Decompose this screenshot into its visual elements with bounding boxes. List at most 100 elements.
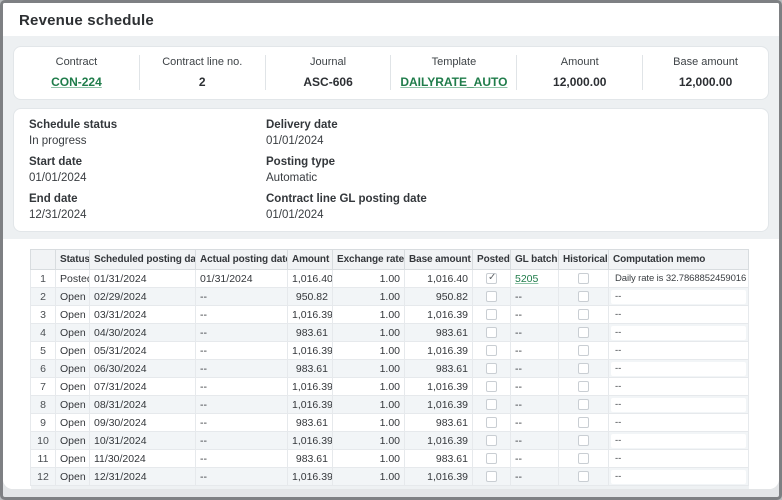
- computation-memo-field[interactable]: --: [611, 362, 746, 376]
- exchange-rate-cell: 1.00: [333, 360, 405, 378]
- gl-batch-link[interactable]: 5205: [515, 273, 538, 285]
- posted-checkbox[interactable]: [486, 417, 497, 428]
- historical-checkbox[interactable]: [578, 327, 589, 338]
- column-header: Scheduled posting date: [90, 250, 196, 270]
- historical-checkbox[interactable]: [578, 363, 589, 374]
- historical-checkbox[interactable]: [578, 399, 589, 410]
- computation-memo-cell: --: [609, 396, 749, 414]
- contract-line-no-label: Contract line no.: [144, 56, 261, 69]
- column-header: Status: [56, 250, 90, 270]
- historical-checkbox[interactable]: [578, 381, 589, 392]
- base-amount-value: 12,000.00: [647, 75, 764, 89]
- scheduled-posting-date-cell: 01/31/2024: [90, 270, 196, 288]
- table-row: 3Open03/31/2024--1,016.391.001,016.39---…: [31, 306, 749, 324]
- status-cell: Open: [56, 396, 90, 414]
- computation-memo-field[interactable]: --: [611, 380, 746, 394]
- exchange-rate-cell: 1.00: [333, 288, 405, 306]
- computation-memo-cell: --: [609, 378, 749, 396]
- amount-cell: 983.61: [288, 360, 333, 378]
- exchange-rate-cell: 1.00: [333, 342, 405, 360]
- column-header: Posted: [473, 250, 511, 270]
- scheduled-posting-date-cell: 06/30/2024: [90, 360, 196, 378]
- computation-memo-field[interactable]: Daily rate is 32.78688524590163.: [611, 272, 746, 286]
- historical-cell: [559, 468, 609, 486]
- column-header: Amount: [288, 250, 333, 270]
- exchange-rate-cell: 1.00: [333, 324, 405, 342]
- amount-cell: 950.82: [288, 288, 333, 306]
- summary-bar: Contract CON-224 Contract line no. 2 Jou…: [13, 46, 769, 100]
- amount-label: Amount: [521, 56, 638, 69]
- posted-checkbox[interactable]: [486, 291, 497, 302]
- total-base-amount: 12,000.00: [405, 486, 473, 490]
- amount-cell: 1,016.39: [288, 378, 333, 396]
- historical-checkbox[interactable]: [578, 345, 589, 356]
- computation-memo-field[interactable]: --: [611, 470, 746, 484]
- base-amount-cell: 950.82: [405, 288, 473, 306]
- amount-value: 12,000.00: [521, 75, 638, 89]
- posted-checkbox[interactable]: [486, 309, 497, 320]
- posted-cell: [473, 288, 511, 306]
- revenue-schedule-window: Revenue schedule Contract CON-224 Contra…: [3, 3, 779, 489]
- table-row: 1Posted01/31/202401/31/20241,016.401.001…: [31, 270, 749, 288]
- computation-memo-field[interactable]: --: [611, 290, 746, 304]
- historical-checkbox[interactable]: [578, 471, 589, 482]
- status-cell: Open: [56, 360, 90, 378]
- computation-memo-field[interactable]: --: [611, 452, 746, 466]
- posted-cell: [473, 360, 511, 378]
- historical-checkbox[interactable]: [578, 309, 589, 320]
- posted-cell: [473, 324, 511, 342]
- total-spacer: [559, 486, 609, 490]
- journal-label: Journal: [270, 56, 387, 69]
- posted-checkbox[interactable]: [486, 273, 497, 284]
- historical-cell: [559, 342, 609, 360]
- posted-checkbox[interactable]: [486, 327, 497, 338]
- computation-memo-field[interactable]: --: [611, 398, 746, 412]
- total-spacer: [333, 486, 405, 490]
- computation-memo-field[interactable]: --: [611, 344, 746, 358]
- computation-memo-cell: --: [609, 414, 749, 432]
- posted-checkbox[interactable]: [486, 435, 497, 446]
- posted-checkbox[interactable]: [486, 471, 497, 482]
- posted-checkbox[interactable]: [486, 399, 497, 410]
- row-number: 3: [31, 306, 56, 324]
- total-spacer: [511, 486, 559, 490]
- schedule-details-panel: Schedule status In progress Start date 0…: [13, 108, 769, 232]
- computation-memo-field[interactable]: --: [611, 308, 746, 322]
- computation-memo-field[interactable]: --: [611, 434, 746, 448]
- amount-cell: 983.61: [288, 414, 333, 432]
- posted-checkbox[interactable]: [486, 381, 497, 392]
- details-left-column: Schedule status In progress Start date 0…: [29, 118, 266, 229]
- historical-checkbox[interactable]: [578, 435, 589, 446]
- gl-batch-cell: 5205: [511, 270, 559, 288]
- exchange-rate-cell: 1.00: [333, 432, 405, 450]
- historical-checkbox[interactable]: [578, 453, 589, 464]
- exchange-rate-cell: 1.00: [333, 414, 405, 432]
- scheduled-posting-date-cell: 03/31/2024: [90, 306, 196, 324]
- historical-cell: [559, 432, 609, 450]
- posted-checkbox[interactable]: [486, 345, 497, 356]
- gl-batch-cell: --: [511, 468, 559, 486]
- amount-cell: 1,016.39: [288, 468, 333, 486]
- posted-checkbox[interactable]: [486, 363, 497, 374]
- actual-posting-date-cell: --: [196, 378, 288, 396]
- posted-checkbox[interactable]: [486, 453, 497, 464]
- historical-cell: [559, 450, 609, 468]
- template-link[interactable]: DAILYRATE_AUTO: [400, 75, 507, 89]
- contract-link[interactable]: CON-224: [51, 75, 102, 89]
- computation-memo-field[interactable]: --: [611, 326, 746, 340]
- historical-checkbox[interactable]: [578, 417, 589, 428]
- historical-checkbox[interactable]: [578, 291, 589, 302]
- computation-memo-field[interactable]: --: [611, 416, 746, 430]
- table-row: 10Open10/31/2024--1,016.391.001,016.39--…: [31, 432, 749, 450]
- total-label: Total: [56, 486, 90, 490]
- historical-cell: [559, 396, 609, 414]
- historical-checkbox[interactable]: [578, 273, 589, 284]
- field-contract-line-gl-posting-date: Contract line GL posting date 01/01/2024: [266, 192, 753, 222]
- historical-cell: [559, 324, 609, 342]
- status-cell: Open: [56, 450, 90, 468]
- table-row: 9Open09/30/2024--983.611.00983.61----: [31, 414, 749, 432]
- exchange-rate-cell: 1.00: [333, 378, 405, 396]
- actual-posting-date-cell: --: [196, 360, 288, 378]
- gl-batch-cell: --: [511, 432, 559, 450]
- status-cell: Open: [56, 342, 90, 360]
